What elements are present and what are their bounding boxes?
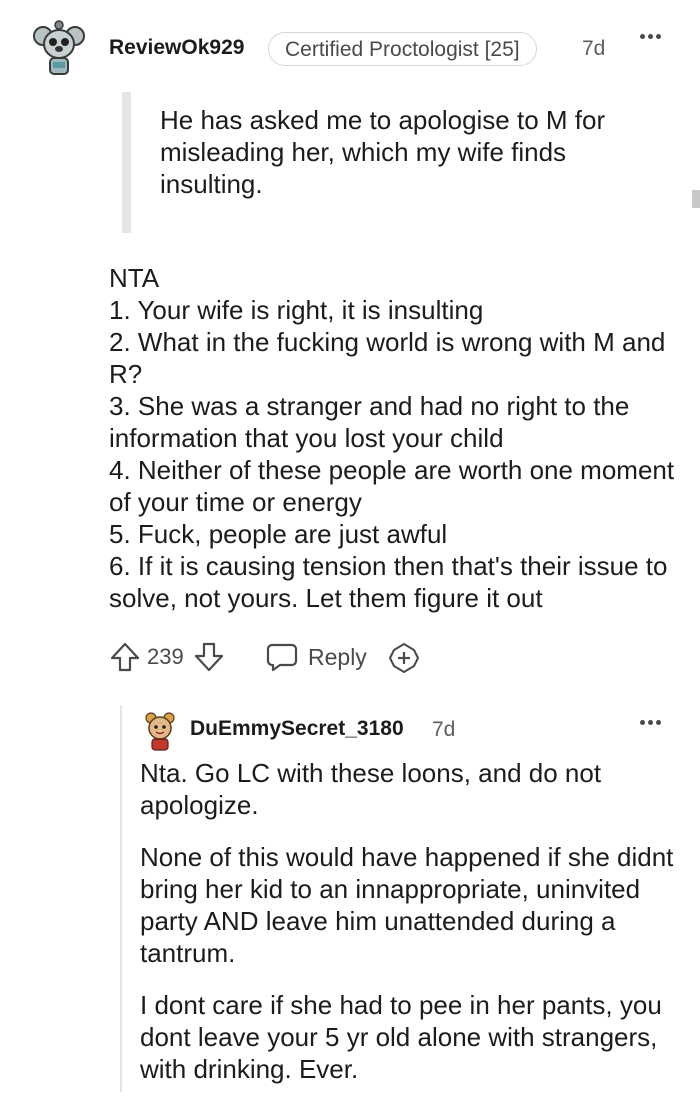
avatar[interactable] [143, 711, 177, 751]
comment-age: 7d [582, 37, 606, 60]
user-flair: Certified Proctologist [25] [268, 32, 537, 66]
reply-paragraph: None of this would have happened if she … [140, 842, 674, 968]
username[interactable]: ReviewOk929 [109, 36, 244, 60]
downvote-button[interactable] [193, 641, 225, 673]
more-options-icon[interactable] [640, 720, 670, 740]
reply-body: Nta. Go LC with these loons, and do not … [140, 757, 680, 1105]
comment-line: 6. If it is causing tension then that's … [109, 551, 668, 613]
comment-line: 5. Fuck, people are just awful [109, 519, 448, 549]
reply-button[interactable]: Reply [266, 640, 367, 674]
comment-line: 3. She was a stranger and had no right t… [109, 391, 630, 453]
award-button[interactable] [388, 642, 420, 674]
reply-paragraph: Nta. Go LC with these loons, and do not … [140, 758, 602, 820]
comment-age: 7d [432, 718, 456, 741]
avatar-icon [145, 712, 175, 751]
reply-icon [266, 643, 298, 672]
username[interactable]: DuEmmySecret_3180 [190, 717, 404, 741]
reply-paragraph: I dont care if she had to pee in her pan… [140, 990, 662, 1084]
comment-line: 1. Your wife is right, it is insulting [109, 295, 484, 325]
reply-label: Reply [308, 643, 367, 670]
award-icon [389, 643, 419, 673]
quote-bar [122, 92, 131, 233]
quote-text: He has asked me to apologise to M for mi… [160, 105, 606, 199]
comment-line: NTA [109, 263, 160, 293]
comment-body: NTA 1. Your wife is right, it is insulti… [109, 262, 689, 614]
upvote-button[interactable] [109, 641, 141, 673]
scrollbar[interactable] [692, 190, 700, 208]
comment-line: 2. What in the fucking world is wrong wi… [109, 327, 666, 389]
upvote-icon [110, 642, 140, 672]
koala-avatar-icon [33, 20, 85, 75]
avatar[interactable] [33, 18, 85, 80]
more-options-icon[interactable] [640, 34, 670, 54]
comment-line: 4. Neither of these people are worth one… [109, 455, 675, 517]
thread-line[interactable] [120, 705, 122, 1092]
vote-score: 239 [147, 644, 184, 669]
downvote-icon [194, 642, 224, 672]
